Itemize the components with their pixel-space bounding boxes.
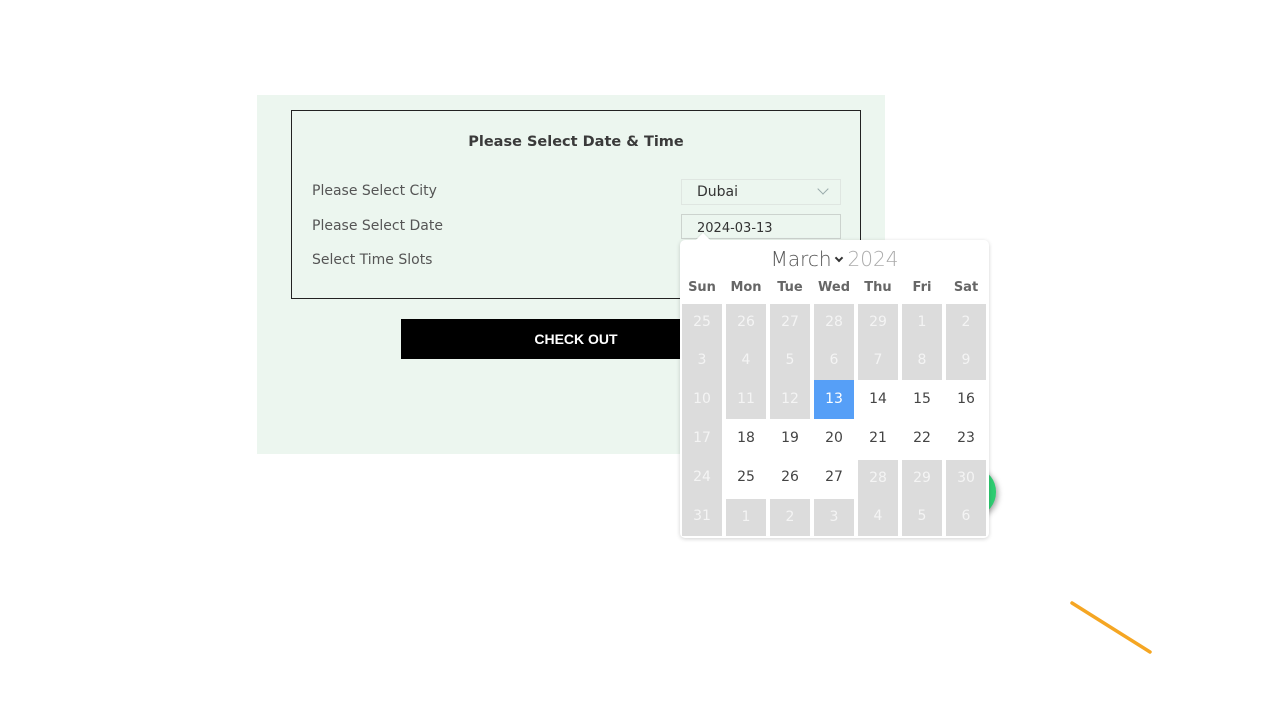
calendar-day[interactable]: 23: [946, 419, 986, 458]
weekday-wed: Wed: [818, 280, 850, 295]
calendar-day: 7: [858, 341, 898, 380]
date-picker-popup: March 2024 Sun Mon Tue Wed Thu Fri Sat 25 26 27 28…: [680, 232, 989, 538]
calendar-day[interactable]: 19: [770, 419, 810, 458]
city-label: Please Select City: [312, 183, 437, 199]
calendar-day: 4: [858, 497, 898, 536]
city-select-value: Dubai: [697, 184, 739, 200]
calendar-day[interactable]: 26: [770, 458, 810, 497]
calendar-day: 29: [902, 460, 942, 497]
calendar-day: 26: [726, 304, 766, 341]
calendar-day-selected[interactable]: 13: [814, 380, 854, 419]
calendar-day: 6: [814, 341, 854, 380]
calendar-day: 25: [682, 304, 722, 341]
calendar-day: 29: [858, 304, 898, 341]
weekday-sat: Sat: [953, 280, 979, 295]
date-label: Please Select Date: [312, 218, 443, 234]
calendar-day: 24: [682, 458, 722, 497]
calendar-day[interactable]: 16: [946, 380, 986, 419]
calendar-day: 28: [814, 304, 854, 341]
calendar-day: 5: [770, 341, 810, 380]
calendar-day: 3: [814, 499, 854, 536]
calendar-day[interactable]: 18: [726, 419, 766, 458]
calendar-day: 2: [770, 499, 810, 536]
calendar-day: 27: [770, 304, 810, 341]
calendar-day: 6: [946, 497, 986, 536]
time-slots-label: Select Time Slots: [312, 252, 433, 268]
month-select[interactable]: March: [771, 247, 832, 271]
calendar-day: 5: [902, 497, 942, 536]
calendar-day: 10: [682, 380, 722, 419]
chevron-down-icon: [817, 183, 829, 195]
calendar-day: 1: [902, 304, 942, 341]
calendar-day: 11: [726, 380, 766, 419]
calendar-day: 17: [682, 419, 722, 458]
calendar-day: 30: [946, 460, 986, 497]
form-title: Please Select Date & Time: [468, 134, 684, 150]
annotation-stroke: [1070, 601, 1152, 654]
weekday-sun: Sun: [688, 280, 716, 295]
weekday-mon: Mon: [730, 280, 762, 295]
calendar-day[interactable]: 21: [858, 419, 898, 458]
weekday-fri: Fri: [912, 280, 932, 295]
calendar-day: 1: [726, 499, 766, 536]
calendar-day: 12: [770, 380, 810, 419]
annotation-line: [1070, 601, 1152, 654]
city-select[interactable]: Dubai: [681, 179, 841, 205]
weekday-tue: Tue: [777, 280, 803, 295]
calendar-day[interactable]: 14: [858, 380, 898, 419]
calendar-day: 31: [682, 497, 722, 536]
calendar-day[interactable]: 27: [814, 458, 854, 497]
calendar-day[interactable]: 20: [814, 419, 854, 458]
calendar-day: 8: [902, 341, 942, 380]
calendar-day[interactable]: 25: [726, 458, 766, 497]
calendar-header: March 2024: [680, 247, 989, 271]
calendar-day: 28: [858, 460, 898, 497]
calendar-day: 4: [726, 341, 766, 380]
calendar-day: 3: [682, 341, 722, 380]
chevron-down-icon[interactable]: [834, 253, 843, 263]
weekday-thu: Thu: [864, 280, 892, 295]
calendar-day: 2: [946, 304, 986, 341]
year-input[interactable]: 2024: [848, 247, 899, 271]
calendar-day[interactable]: 22: [902, 419, 942, 458]
calendar-day[interactable]: 15: [902, 380, 942, 419]
calendar-day: 9: [946, 341, 986, 380]
